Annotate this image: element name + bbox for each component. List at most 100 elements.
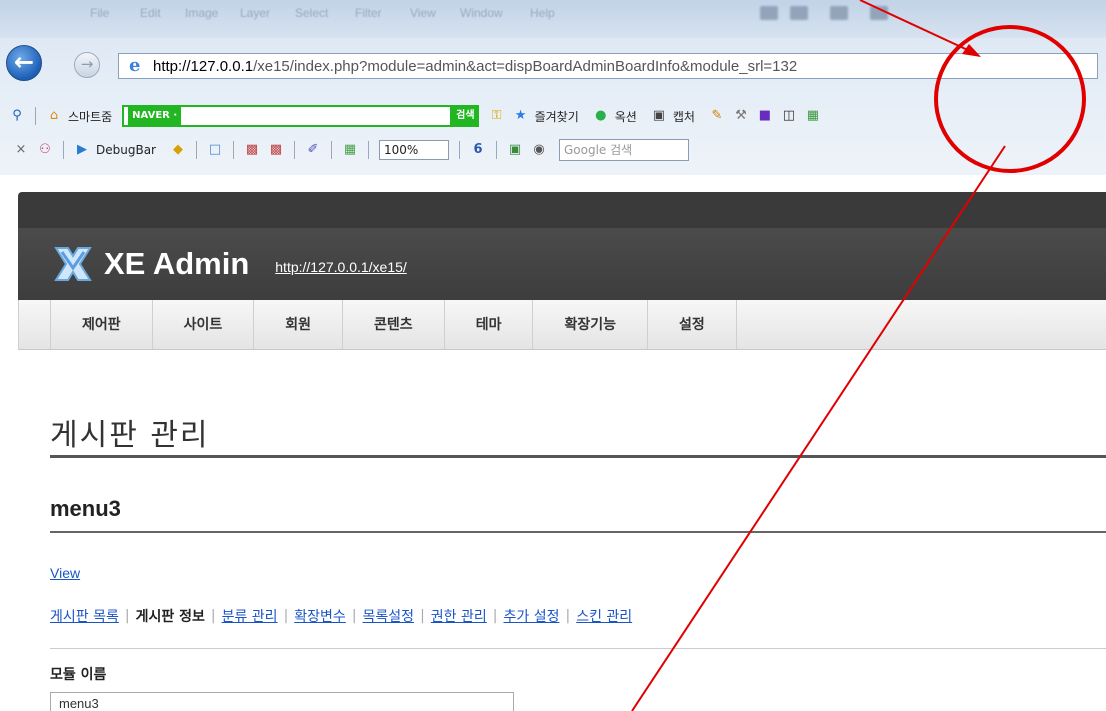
naver-logo: NAVER · — [128, 107, 182, 125]
close-icon[interactable]: × — [12, 141, 30, 159]
naver-search-box[interactable]: NAVER · — [122, 105, 453, 127]
separator: | — [351, 608, 357, 624]
admin-brand-bar: XE Admin http://127.0.0.1/xe15/ — [18, 228, 1106, 300]
tool-icon[interactable] — [830, 6, 848, 20]
tool-icon[interactable] — [870, 6, 888, 20]
tool-icon[interactable]: ▩ — [267, 141, 285, 159]
view-link[interactable]: View — [50, 565, 80, 581]
note-icon[interactable]: ✎ — [708, 107, 726, 125]
page-icon[interactable]: □ — [206, 141, 224, 159]
options-label[interactable]: 옥션 — [615, 108, 637, 125]
separator: | — [565, 608, 571, 624]
separator: | — [210, 608, 216, 624]
board-subnav: 게시판 목록 | 게시판 정보 | 분류 관리 | 확장변수 | 목록설정 | 권한 관리… — [50, 606, 632, 626]
forward-button[interactable]: → — [74, 52, 100, 78]
admin-topbar — [18, 192, 1106, 228]
capture-icon[interactable]: ▣ — [650, 107, 668, 125]
favorites-label[interactable]: 즐겨찾기 — [535, 108, 579, 125]
gnb-member[interactable]: 회원 — [254, 300, 344, 349]
separator — [367, 141, 369, 159]
separator — [35, 107, 36, 125]
resize-icon[interactable]: ▦ — [341, 141, 359, 159]
tool-icon[interactable] — [760, 6, 778, 20]
broom-icon[interactable]: ⚒ — [732, 107, 750, 125]
subnav-skin[interactable]: 스킨 관리 — [576, 606, 632, 626]
zoom-select[interactable]: 100% — [378, 140, 449, 160]
subnav-extra-vars[interactable]: 확장변수 — [294, 606, 346, 626]
xe-logo-icon — [54, 247, 92, 281]
separator — [195, 141, 197, 159]
gnb-extension[interactable]: 확장기능 — [533, 300, 648, 349]
toolbar-debug: × ⚇ ▶ DebugBar ◆ □ ▩ ▩ ✐ ▦ 100% 6 ▣ ◉ Go… — [0, 136, 1106, 164]
smart-zoom-label[interactable]: 스마트줌 — [68, 108, 112, 125]
book-icon[interactable]: ■ — [756, 107, 774, 125]
gnb-content[interactable]: 콘텐츠 — [343, 300, 445, 349]
debugbar-icon[interactable]: ▶ — [73, 141, 91, 159]
navigation-bar: ← → e http://127.0.0.1/xe15/index.php?mo… — [0, 42, 1106, 98]
eye-icon[interactable]: ◉ — [530, 141, 548, 159]
xe-admin-header: XE Admin http://127.0.0.1/xe15/ 제어판 사이트 … — [18, 192, 1106, 350]
separator — [495, 141, 497, 159]
browser-menubar: File Edit Image Layer Select Filter View… — [0, 0, 1106, 38]
pen-icon[interactable]: ✐ — [304, 141, 322, 159]
menu-select[interactable]: Select — [295, 6, 328, 20]
heading-divider — [50, 531, 1106, 533]
separator: | — [492, 608, 498, 624]
menu-file[interactable]: File — [90, 6, 109, 20]
menu-layer[interactable]: Layer — [240, 6, 270, 20]
gnb-dashboard[interactable]: 제어판 — [50, 300, 153, 349]
save-icon[interactable]: ◫ — [780, 107, 798, 125]
menu-view[interactable]: View — [410, 6, 436, 20]
home-icon[interactable]: ⌂ — [45, 107, 63, 125]
page-title: 게시판 관리 — [50, 418, 210, 453]
auction-icon[interactable]: ● — [592, 107, 610, 125]
subnav-permissions[interactable]: 권한 관리 — [431, 606, 487, 626]
google-search-input[interactable]: Google 검색 — [558, 139, 689, 161]
admin-gnb: 제어판 사이트 회원 콘텐츠 테마 확장기능 설정 — [18, 300, 1106, 350]
module-name-label: 모듈 이름 — [50, 667, 107, 683]
subnav-board-list[interactable]: 게시판 목록 — [50, 606, 119, 626]
naver-search-button[interactable]: 검색 — [452, 105, 479, 127]
module-heading: menu3 — [50, 496, 121, 521]
title-divider — [50, 455, 1106, 458]
gnb-site[interactable]: 사이트 — [153, 300, 255, 349]
url-path: /xe15/index.php?module=admin&act=dispBoa… — [253, 57, 798, 75]
address-bar[interactable]: e http://127.0.0.1/xe15/index.php?module… — [118, 53, 1098, 79]
subnav-list-settings[interactable]: 목록설정 — [363, 606, 415, 626]
back-button[interactable]: ← — [6, 45, 42, 81]
menu-filter[interactable]: Filter — [355, 6, 382, 20]
ie6-icon[interactable]: 6 — [469, 141, 487, 159]
url-host: http://127.0.0.1 — [153, 57, 254, 75]
diamond-icon[interactable]: ◆ — [169, 141, 187, 159]
separator — [293, 141, 295, 159]
separator — [330, 141, 332, 159]
tool-icon[interactable]: ▩ — [243, 141, 261, 159]
colorful-icon[interactable]: ⚇ — [36, 141, 54, 159]
tool-icon[interactable]: ▣ — [506, 141, 524, 159]
ie-page-icon: e — [129, 55, 141, 76]
menu-window[interactable]: Window — [460, 6, 503, 20]
separator: | — [283, 608, 289, 624]
separator: | — [420, 608, 425, 624]
key-icon[interactable]: ⚿ — [488, 107, 506, 125]
capture-label[interactable]: 캡처 — [673, 108, 695, 125]
search-provider-icon[interactable]: ⚲ — [8, 107, 26, 125]
admin-title: XE Admin — [104, 246, 250, 281]
debugbar-label[interactable]: DebugBar — [96, 143, 156, 157]
menu-image[interactable]: Image — [185, 6, 218, 20]
tool-icon[interactable] — [790, 6, 808, 20]
menu-help[interactable]: Help — [530, 6, 555, 20]
site-url-link[interactable]: http://127.0.0.1/xe15/ — [275, 259, 407, 275]
subnav-board-info[interactable]: 게시판 정보 — [136, 606, 205, 626]
star-icon[interactable]: ★ — [512, 107, 530, 125]
gnb-theme[interactable]: 테마 — [445, 300, 534, 349]
subnav-divider — [50, 648, 1106, 649]
green-icon[interactable]: ▦ — [804, 107, 822, 125]
separator: | — [124, 608, 130, 624]
subnav-category[interactable]: 분류 관리 — [222, 606, 278, 626]
subnav-additional[interactable]: 추가 설정 — [503, 606, 559, 626]
menu-edit[interactable]: Edit — [140, 6, 161, 20]
module-name-input[interactable]: menu3 — [50, 692, 514, 711]
browser-chrome: File Edit Image Layer Select Filter View… — [0, 0, 1106, 175]
gnb-settings[interactable]: 설정 — [648, 300, 737, 349]
